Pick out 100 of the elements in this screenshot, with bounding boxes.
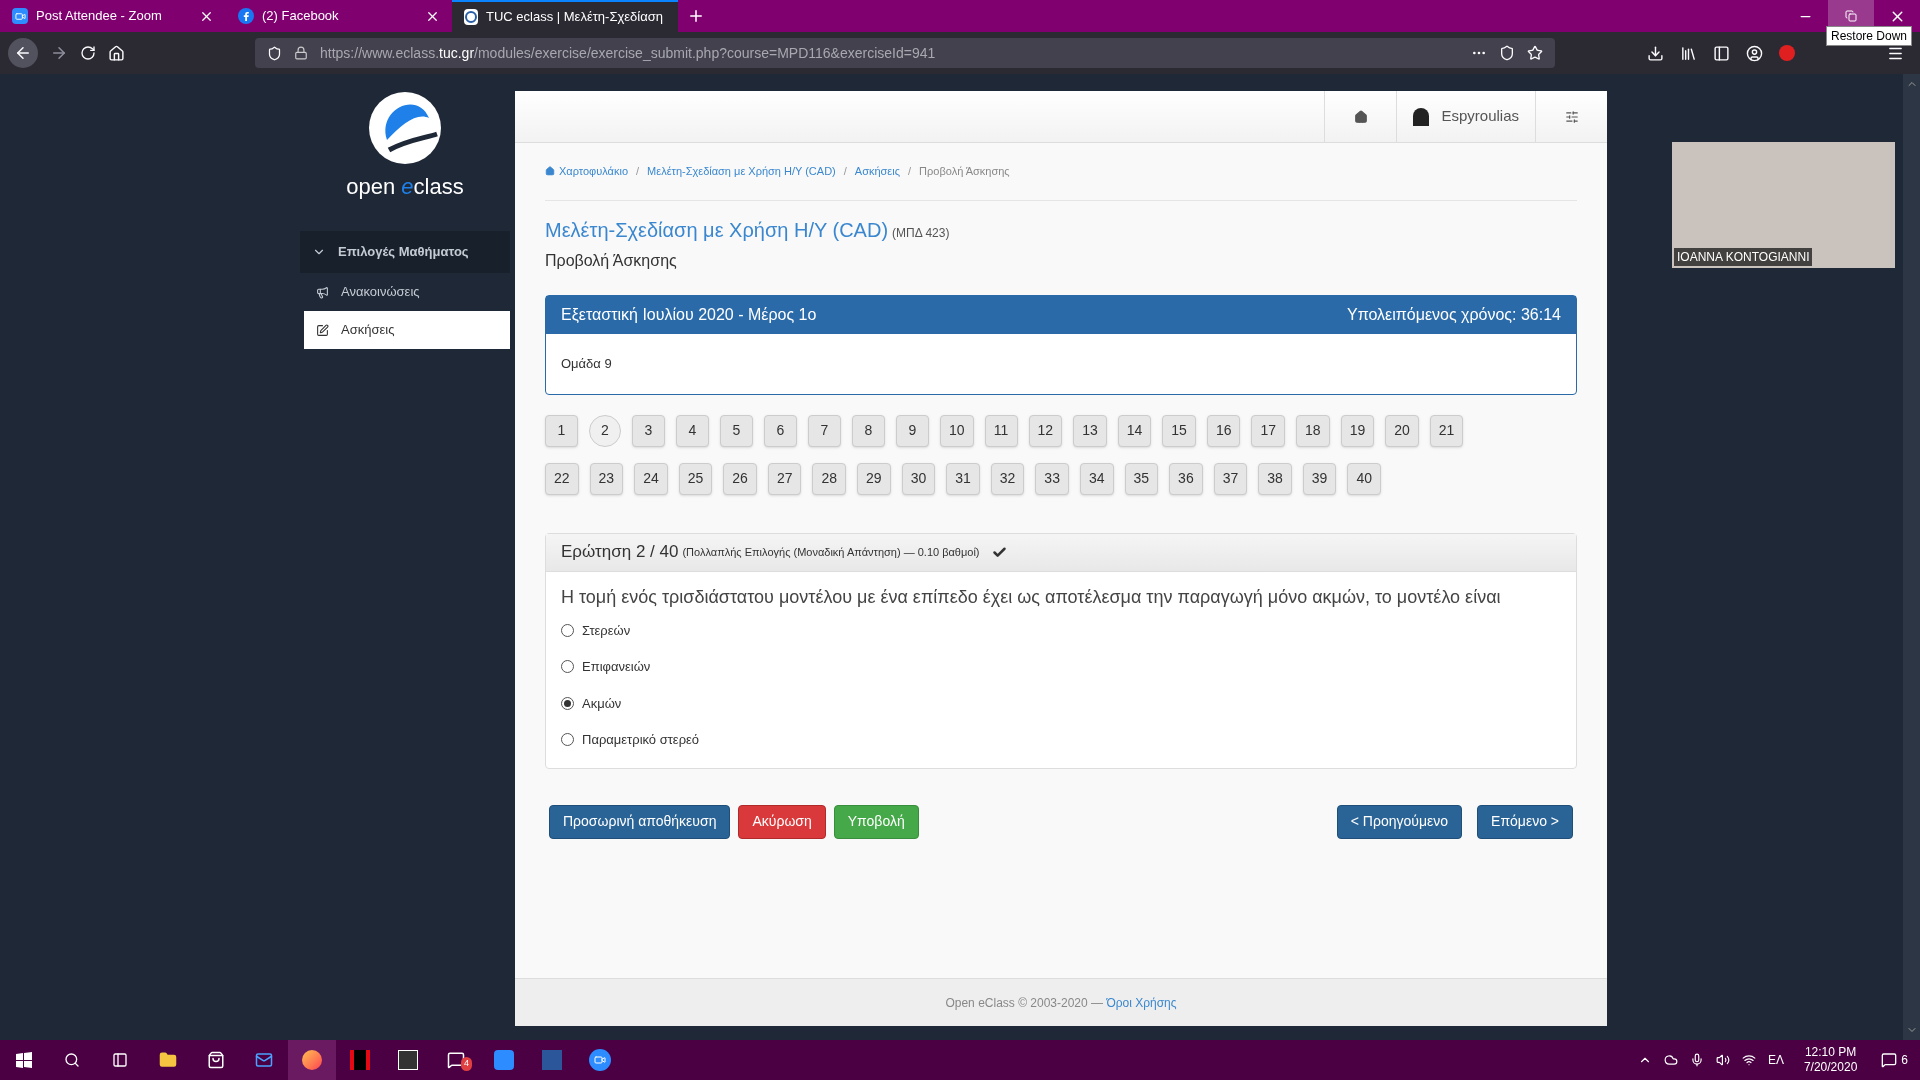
video-app-icon[interactable] xyxy=(589,1049,611,1071)
forward-icon[interactable] xyxy=(50,44,68,62)
microphone-icon[interactable] xyxy=(1689,1053,1704,1067)
address-bar[interactable]: https://www.eclass.tuc.gr/modules/exercise/exercise_submit.php?course=MPD116&exerciseId=941 xyxy=(255,38,1555,68)
question-number-button[interactable]: 1 xyxy=(545,414,578,447)
logo-text: open eclass xyxy=(346,173,464,201)
notifications-button[interactable]: 6 xyxy=(1881,1051,1908,1069)
navigation-button[interactable]: < Προηγούμενο xyxy=(1336,804,1463,839)
question-number-button[interactable]: 17 xyxy=(1251,414,1286,447)
question-number-button[interactable]: 21 xyxy=(1429,414,1464,447)
search-icon[interactable] xyxy=(64,1052,80,1068)
clock[interactable]: 12:10 PM 7/20/2020 xyxy=(1803,1045,1858,1075)
question-number-button[interactable]: 16 xyxy=(1206,414,1241,447)
question-number-button[interactable]: 36 xyxy=(1169,462,1203,495)
browser-tab[interactable]: (2) Facebook xyxy=(226,0,452,32)
question-number-button[interactable]: 8 xyxy=(852,414,885,447)
question-number-button[interactable]: 31 xyxy=(946,462,980,495)
question-number-button[interactable]: 34 xyxy=(1079,462,1114,495)
question-number-button[interactable]: 22 xyxy=(545,462,579,495)
library-icon[interactable] xyxy=(1680,44,1697,62)
radio-button[interactable] xyxy=(561,660,574,674)
breadcrumb-link[interactable]: Ασκήσεις xyxy=(854,163,900,180)
volume-icon[interactable] xyxy=(1715,1053,1730,1067)
store-icon[interactable] xyxy=(207,1051,225,1069)
question-number-button[interactable]: 9 xyxy=(896,414,929,447)
page-subtitle: Προβολή Άσκησης xyxy=(545,250,678,271)
question-number-button[interactable]: 30 xyxy=(901,462,936,495)
download-icon[interactable] xyxy=(1647,44,1664,62)
question-number-button[interactable]: 24 xyxy=(634,462,668,495)
question-number-button[interactable]: 18 xyxy=(1296,414,1330,447)
question-number-button[interactable]: 12 xyxy=(1028,414,1063,447)
home-icon[interactable] xyxy=(108,44,125,62)
username-link[interactable]: Espyroulias xyxy=(1441,105,1519,128)
sidebar-icon[interactable] xyxy=(1713,44,1730,62)
home-icon[interactable] xyxy=(1353,109,1368,124)
star-icon[interactable] xyxy=(1527,45,1543,61)
exam-title: Εξεταστική Ιουλίου 2020 - Μέρος 1ο xyxy=(561,304,817,325)
account-icon[interactable] xyxy=(1746,44,1763,62)
folder-icon[interactable] xyxy=(159,1051,177,1069)
navigation-button[interactable]: Επόμενο > xyxy=(1477,804,1573,839)
question-number-button[interactable]: 28 xyxy=(812,462,847,495)
sidebar-item[interactable]: Ανακοινώσεις xyxy=(304,273,510,311)
back-button[interactable] xyxy=(8,38,38,68)
question-number-button[interactable]: 2 xyxy=(589,414,621,447)
question-number-button[interactable]: 32 xyxy=(990,462,1025,495)
task-view-icon[interactable] xyxy=(112,1052,128,1068)
sidebar-item[interactable]: Ασκήσεις xyxy=(304,311,510,349)
question-number-button[interactable]: 23 xyxy=(589,462,624,495)
sidebar-section-header[interactable]: Επιλογές Μαθήματος xyxy=(300,231,510,273)
app-icon[interactable] xyxy=(398,1050,418,1070)
cloud-icon[interactable] xyxy=(1663,1053,1678,1067)
browser-tab[interactable]: TUC eclass | Μελέτη-Σχεδίαση xyxy=(452,0,678,32)
question-number-button[interactable]: 7 xyxy=(808,414,841,447)
question-number-button[interactable]: 25 xyxy=(678,462,713,495)
question-number-button[interactable]: 13 xyxy=(1073,414,1107,447)
question-number-button[interactable]: 39 xyxy=(1302,462,1337,495)
course-title[interactable]: Μελέτη-Σχεδίαση με Χρήση Η/Υ (CAD) xyxy=(545,214,889,245)
new-tab-icon[interactable] xyxy=(687,7,705,25)
question-number-button[interactable]: 11 xyxy=(984,414,1018,447)
question-number-button[interactable]: 15 xyxy=(1162,414,1196,447)
windows-logo-icon[interactable] xyxy=(16,1052,32,1068)
radio-button[interactable] xyxy=(561,623,574,637)
action-button[interactable]: Ακύρωση xyxy=(738,804,826,839)
remaining-time: Υπολειπόμενος χρόνος: 36:14 xyxy=(1346,304,1561,325)
question-number-button[interactable]: 5 xyxy=(720,414,753,447)
e-logo-icon xyxy=(464,9,478,25)
network-icon[interactable] xyxy=(1741,1053,1756,1067)
home-icon xyxy=(545,166,555,177)
question-number-button[interactable]: 38 xyxy=(1258,462,1292,495)
restore-icon[interactable] xyxy=(1845,10,1857,22)
chat-icon[interactable] xyxy=(447,1051,465,1069)
question-number-button[interactable]: 29 xyxy=(857,462,891,495)
radio-button[interactable] xyxy=(561,696,574,710)
mail-icon[interactable] xyxy=(255,1051,273,1069)
question-number-button[interactable]: 40 xyxy=(1347,462,1381,495)
question-number-button[interactable]: 6 xyxy=(764,414,797,447)
question-number-button[interactable]: 26 xyxy=(723,462,757,495)
settings-icon[interactable] xyxy=(1564,109,1579,124)
browser-tab[interactable]: Post Attendee - Zoom xyxy=(0,0,226,32)
option-label: Στερεών xyxy=(582,621,631,640)
breadcrumb-link[interactable]: Μελέτη-Σχεδίαση με Χρήση Η/Υ (CAD) xyxy=(647,163,836,180)
browser-icon[interactable] xyxy=(302,1050,322,1070)
question-number-button[interactable]: 27 xyxy=(767,462,802,495)
question-number-button[interactable]: 14 xyxy=(1117,414,1152,447)
question-number-button[interactable]: 3 xyxy=(632,414,665,447)
megaphone-icon xyxy=(316,285,329,299)
breadcrumb-link[interactable]: Χαρτοφυλάκιο xyxy=(545,163,628,180)
question-number-button[interactable]: 20 xyxy=(1385,414,1419,447)
question-number-button[interactable]: 19 xyxy=(1340,414,1375,447)
question-number-button[interactable]: 37 xyxy=(1213,462,1248,495)
question-number-button[interactable]: 35 xyxy=(1124,462,1159,495)
notification-badge: 4 xyxy=(461,1057,472,1071)
question-number-button[interactable]: 4 xyxy=(676,414,709,447)
question-number-button[interactable]: 33 xyxy=(1035,462,1069,495)
radio-button[interactable] xyxy=(561,733,574,747)
action-button[interactable]: Προσωρινή αποθήκευση xyxy=(549,804,731,839)
question-number-button[interactable]: 10 xyxy=(940,414,974,447)
breadcrumb-current: Προβολή Άσκησης xyxy=(919,164,1010,179)
language-indicator[interactable]: ΕΛ xyxy=(1767,1051,1784,1069)
reload-icon[interactable] xyxy=(80,45,96,61)
